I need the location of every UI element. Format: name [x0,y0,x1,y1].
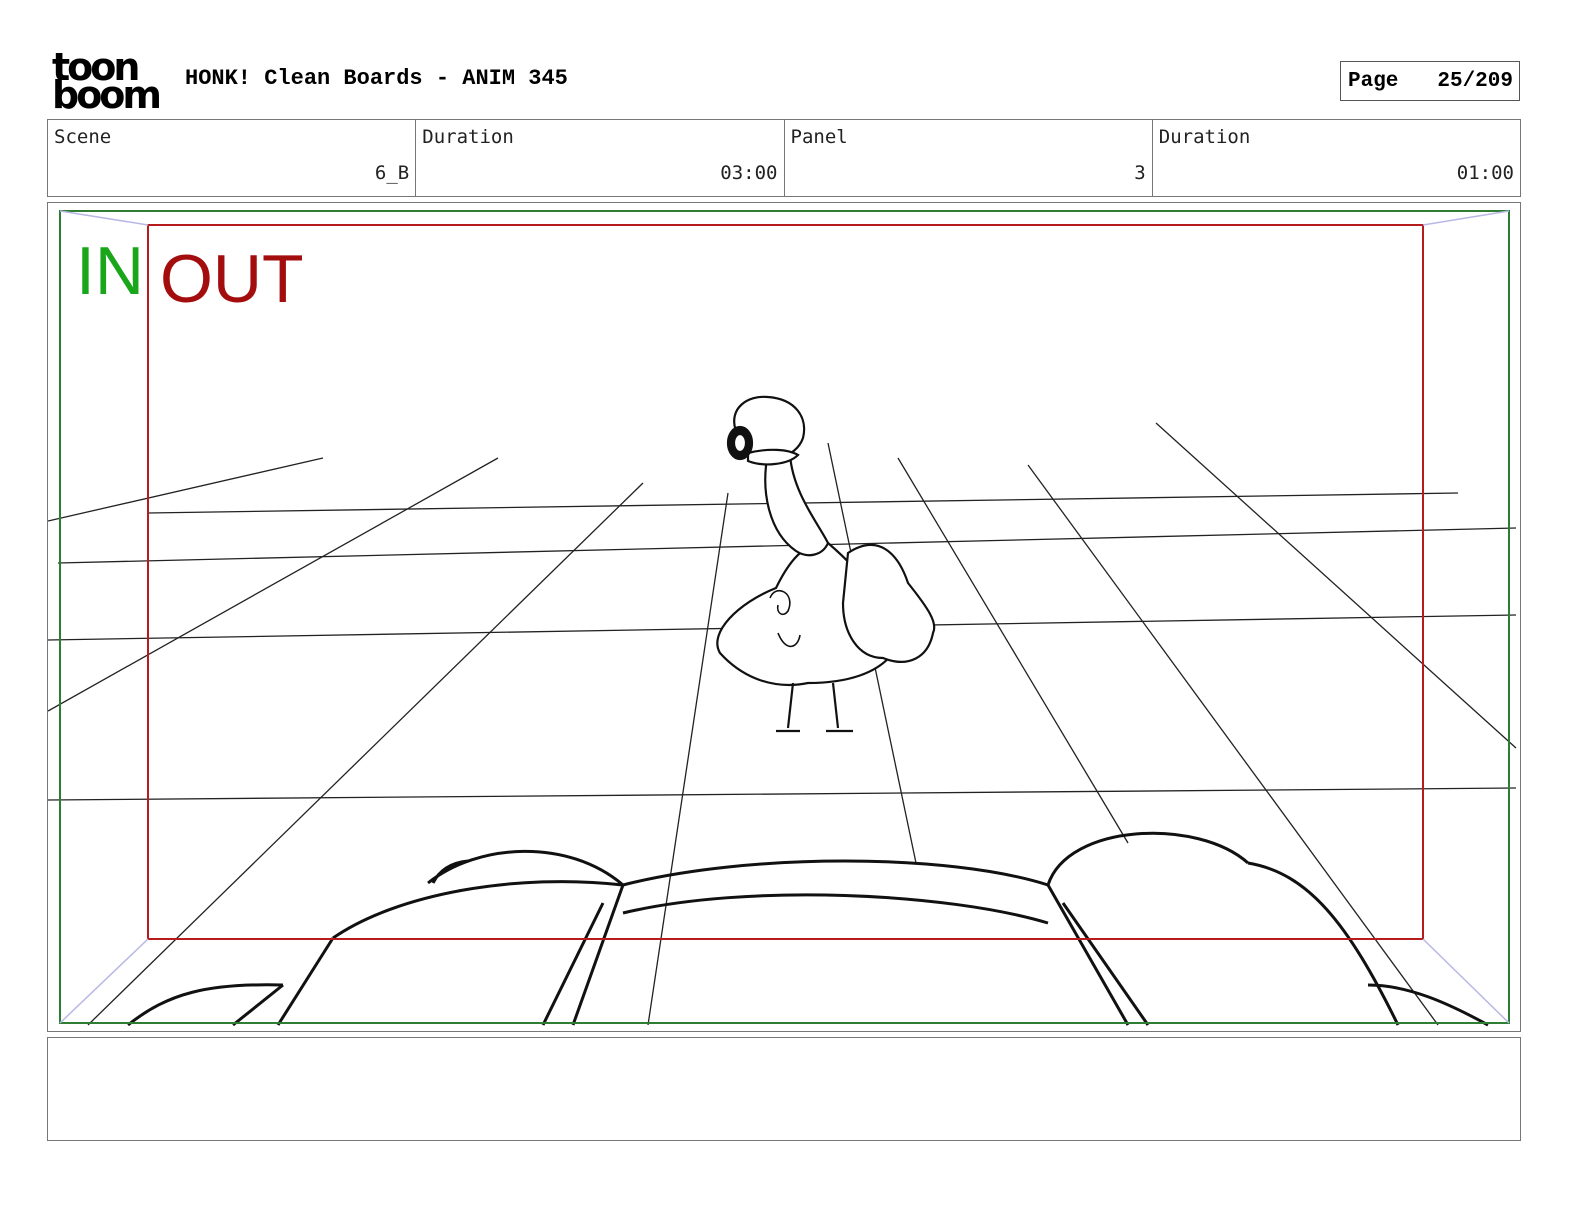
storyboard-panel: IN OUT [47,202,1521,1032]
scene-duration-cell: Duration 03:00 [416,120,785,196]
document-title: HONK! Clean Boards - ANIM 345 [185,66,568,91]
scene-value: 6_B [374,162,410,184]
in-label: IN [76,233,144,309]
out-label: OUT [160,241,304,317]
scene-cell: Scene 6_B [48,120,417,196]
panel-drawing [48,210,1517,1027]
goose-drawing [716,395,936,733]
scene-duration-value: 03:00 [720,162,778,184]
car-hood-drawing [127,831,1489,1027]
scene-info-table: Scene 6_B Duration 03:00 Panel 3 Duratio… [47,119,1521,197]
page-number: 25/209 [1437,69,1513,93]
toon-boom-logo: toon boom [52,48,164,117]
panel-duration-cell: Duration 01:00 [1153,120,1520,196]
page-indicator: Page 25/209 [1340,61,1520,101]
scene-duration-label: Duration [422,126,514,148]
panel-value: 3 [1134,162,1146,184]
notes-box[interactable] [47,1037,1521,1141]
panel-label: Panel [790,126,848,148]
scene-label: Scene [54,126,112,148]
panel-duration-value: 01:00 [1456,162,1514,184]
panel-cell: Panel 3 [785,120,1153,196]
logo-text-bottom: boom [52,73,162,117]
panel-duration-label: Duration [1158,126,1251,148]
page-label: Page [1348,69,1399,93]
